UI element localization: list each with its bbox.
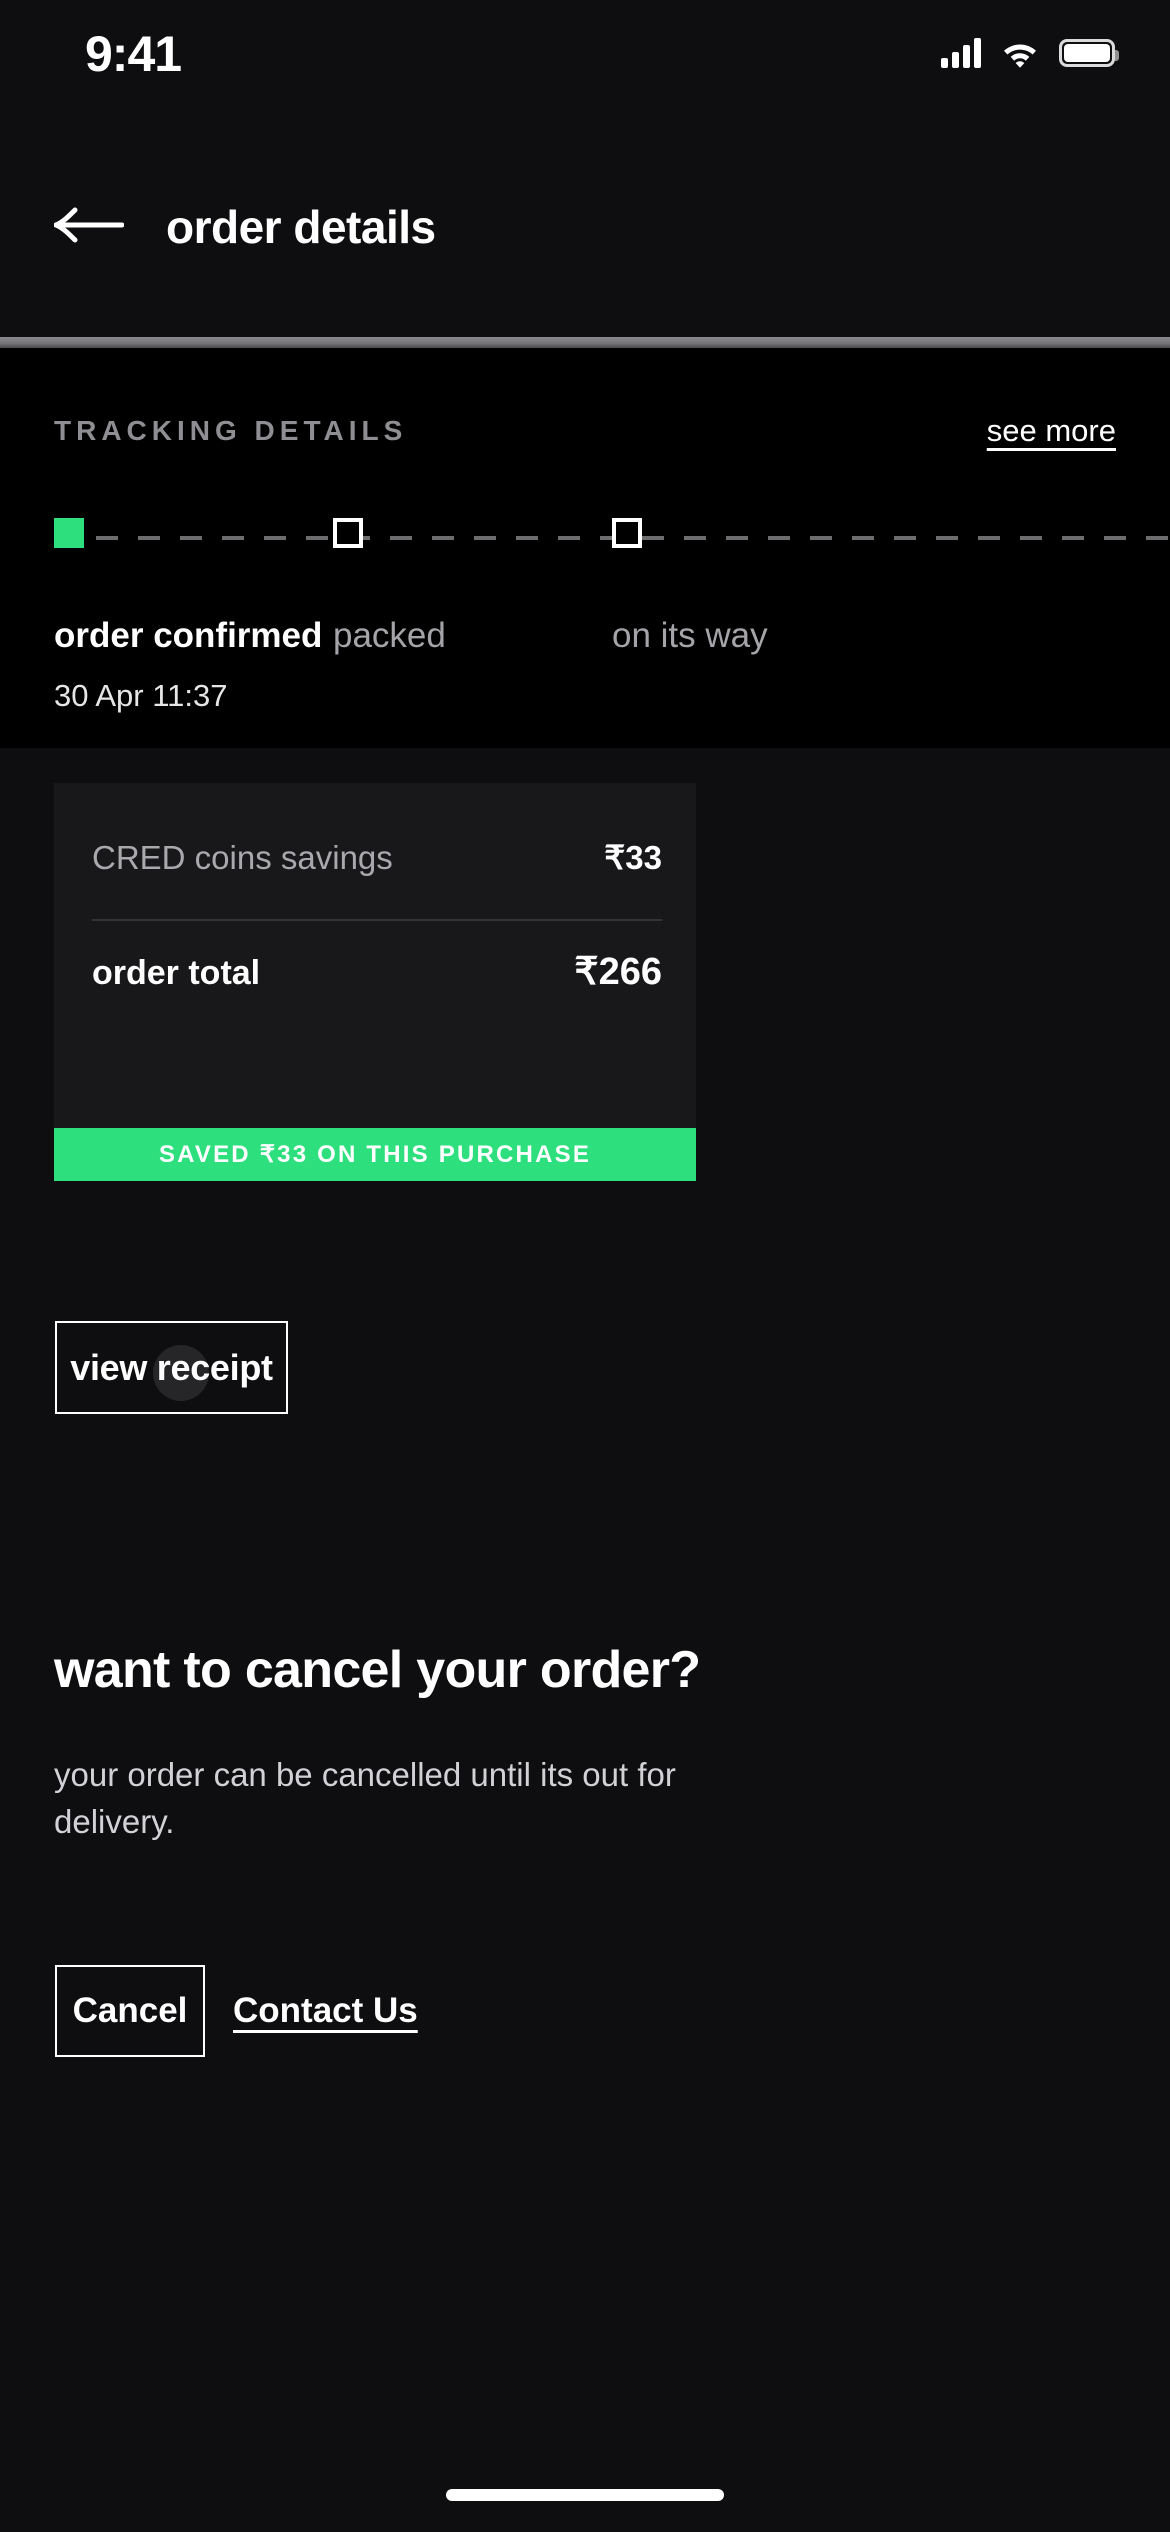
summary-row-savings: CRED coins savings ₹33 <box>92 838 662 877</box>
tracking-section-label: TRACKING DETAILS <box>54 415 408 446</box>
tracking-header: TRACKING DETAILS see more <box>54 413 1116 449</box>
page-header: order details <box>0 150 1170 335</box>
view-receipt-button[interactable]: view receipt <box>55 1321 288 1414</box>
savings-banner: SAVED ₹33 ON THIS PURCHASE <box>54 1128 696 1181</box>
step-label-on-its-way: on its way <box>612 616 768 655</box>
status-bar: 9:41 <box>0 0 1170 150</box>
see-more-link[interactable]: see more <box>987 413 1116 449</box>
status-bar-icons <box>941 30 1119 75</box>
tracking-progress-track <box>0 518 1170 558</box>
summary-row-total: order total ₹266 <box>92 949 662 994</box>
savings-value: ₹33 <box>604 839 662 876</box>
order-summary-card: CRED coins savings ₹33 order total ₹266 <box>54 783 696 1128</box>
back-arrow-icon <box>54 207 124 243</box>
progress-node-on-its-way <box>612 518 642 548</box>
step-timestamp-order-confirmed: 30 Apr 11:37 <box>54 678 228 713</box>
back-button[interactable] <box>54 202 124 248</box>
step-label-order-confirmed: order confirmed <box>54 616 323 655</box>
battery-icon <box>1059 38 1119 67</box>
view-receipt-label: view receipt <box>70 1346 273 1388</box>
sheet-divider-bar <box>0 337 1170 348</box>
savings-label: CRED coins savings <box>92 839 393 876</box>
status-bar-time: 9:41 <box>85 26 182 82</box>
summary-divider <box>92 919 662 921</box>
page-title: order details <box>166 201 436 253</box>
savings-banner-text: SAVED ₹33 ON THIS PURCHASE <box>158 1141 592 1168</box>
progress-node-order-confirmed <box>54 518 84 548</box>
order-total-label: order total <box>92 954 261 992</box>
tracking-details-panel: TRACKING DETAILS see more order confirme… <box>0 348 1170 748</box>
order-total-value: ₹266 <box>574 951 662 993</box>
cancel-button-label: Cancel <box>72 1991 188 2030</box>
step-label-packed: packed <box>333 616 446 655</box>
order-details-screen: 9:41 order details TRACKING DETAILS see … <box>0 0 1170 2532</box>
cancel-button[interactable]: Cancel <box>55 1965 205 2057</box>
wifi-icon <box>1001 38 1039 68</box>
contact-us-link[interactable]: Contact Us <box>233 1991 418 2031</box>
cancel-section-description: your order can be cancelled until its ou… <box>54 1756 676 1840</box>
cellular-signal-icon <box>941 37 981 68</box>
cancel-section-heading: want to cancel your order? <box>54 1641 701 1699</box>
home-indicator[interactable] <box>446 2489 724 2501</box>
progress-node-packed <box>333 518 363 548</box>
